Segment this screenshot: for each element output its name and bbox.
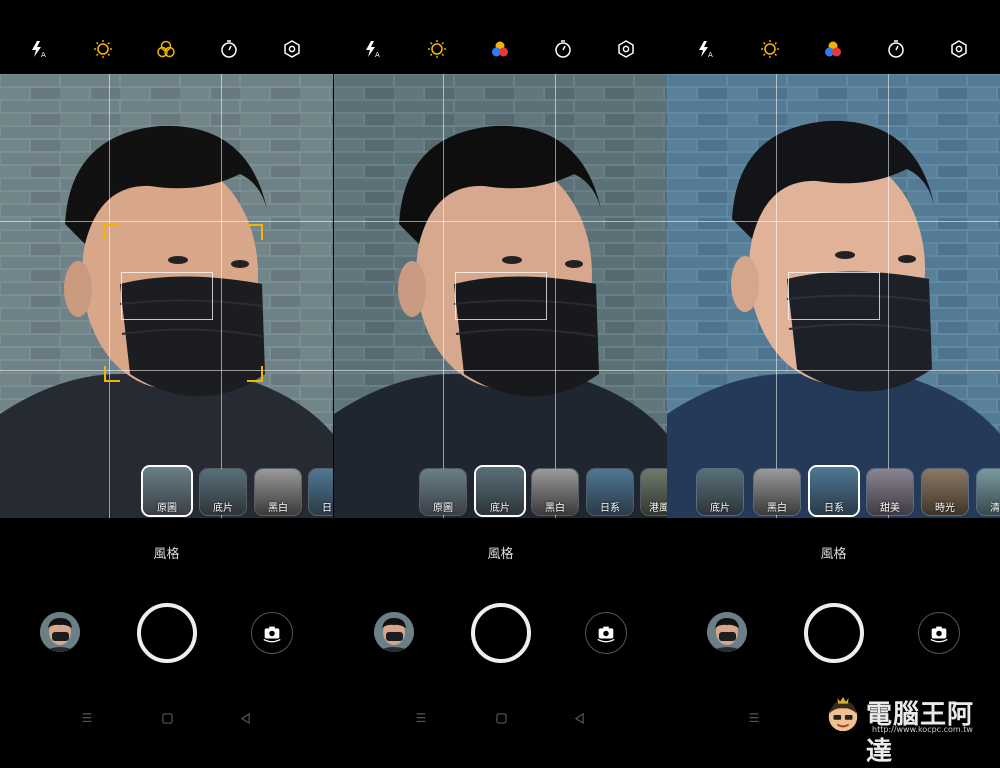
filter-thumb-original[interactable]: 原圖	[141, 465, 193, 517]
color-filter-icon[interactable]	[489, 38, 511, 60]
settings-icon[interactable]	[281, 38, 303, 60]
camera-panel-3: A 底片 黑白 日系 甜美 時光 清 風格 ☰	[667, 0, 1000, 740]
filter-label: 原圖	[157, 503, 177, 514]
brightness-icon[interactable]	[426, 38, 448, 60]
timer-icon[interactable]	[885, 38, 907, 60]
filter-thumb-hk[interactable]: 港風圖	[640, 468, 667, 516]
camera-viewfinder[interactable]: 底片 黑白 日系 甜美 時光 清新	[667, 74, 1000, 518]
filter-label: 清新	[990, 503, 1000, 514]
focus-box	[121, 272, 213, 320]
settings-icon[interactable]	[948, 38, 970, 60]
filter-label: 日系	[600, 503, 620, 514]
flash-auto-icon[interactable]: A	[362, 38, 384, 60]
filter-label: 甜美	[880, 503, 900, 514]
mode-label[interactable]: 風格	[667, 543, 1000, 562]
filter-thumb-time[interactable]: 時光	[921, 468, 969, 516]
face-detect-bracket	[247, 224, 263, 240]
filter-label: 底片	[490, 503, 510, 514]
face-detect-bracket	[104, 224, 120, 240]
shutter-button[interactable]	[137, 603, 197, 663]
brightness-icon[interactable]	[759, 38, 781, 60]
flash-auto-icon[interactable]: A	[28, 38, 50, 60]
home-nav-icon[interactable]	[494, 711, 508, 725]
filter-strip: 原圖 底片 黑白 日系	[0, 465, 333, 518]
filter-thumb-film[interactable]: 底片	[474, 465, 526, 517]
top-toolbar: A	[667, 0, 1000, 74]
watermark-logo: 電腦王阿達 http://www.kocpc.com.tw	[824, 692, 994, 767]
camera-panel-1: A 原圖 底片 黑白 日 風格 ☰	[0, 0, 333, 740]
mode-label[interactable]: 風格	[334, 543, 667, 562]
filter-thumb-original[interactable]: 原圖	[419, 468, 467, 516]
filter-thumb-bw[interactable]: 黑白	[531, 468, 579, 516]
flash-auto-icon[interactable]: A	[695, 38, 717, 60]
filter-thumb-sweet[interactable]: 甜美	[866, 468, 914, 516]
switch-camera-icon[interactable]	[251, 612, 293, 654]
shutter-button[interactable]	[804, 603, 864, 663]
gallery-thumbnail[interactable]	[40, 612, 80, 652]
gallery-thumbnail[interactable]	[707, 612, 747, 652]
color-filter-icon[interactable]	[155, 38, 177, 60]
brightness-icon[interactable]	[92, 38, 114, 60]
face-detect-bracket	[104, 366, 120, 382]
top-toolbar: A	[0, 0, 333, 74]
filter-label: 港風圖	[649, 503, 667, 514]
filter-thumb-fresh[interactable]: 清新	[976, 468, 1000, 516]
filter-thumb-film[interactable]: 底片	[199, 468, 247, 516]
back-nav-icon[interactable]	[238, 711, 252, 725]
filter-label: 日系	[322, 503, 333, 514]
top-toolbar: A	[334, 0, 667, 74]
filter-label: 黑白	[268, 503, 288, 514]
mode-label[interactable]: 風格	[0, 543, 333, 562]
filter-thumb-japanese[interactable]: 日系	[808, 465, 860, 517]
camera-viewfinder[interactable]: 原圖 底片 黑白 日系 港風圖	[334, 74, 667, 518]
filter-label: 底片	[213, 503, 233, 514]
timer-icon[interactable]	[552, 38, 574, 60]
filter-thumb-film[interactable]: 底片	[696, 468, 744, 516]
filter-label: 黑白	[767, 503, 787, 514]
back-nav-icon[interactable]	[572, 711, 586, 725]
switch-camera-icon[interactable]	[585, 612, 627, 654]
filter-label: 黑白	[545, 503, 565, 514]
menu-nav-icon[interactable]: ☰	[414, 711, 428, 725]
filter-label: 日系	[824, 503, 844, 514]
camera-viewfinder[interactable]: 原圖 底片 黑白 日系	[0, 74, 333, 518]
timer-icon[interactable]	[218, 38, 240, 60]
focus-box	[455, 272, 547, 320]
svg-text:A: A	[708, 51, 713, 59]
svg-text:A: A	[375, 51, 380, 59]
filter-thumb-japanese[interactable]: 日系	[308, 468, 333, 516]
settings-icon[interactable]	[615, 38, 637, 60]
menu-nav-icon[interactable]: ☰	[80, 711, 94, 725]
color-filter-icon[interactable]	[822, 38, 844, 60]
filter-label: 原圖	[433, 503, 453, 514]
filter-strip: 底片 黑白 日系 甜美 時光 清新	[667, 465, 1000, 518]
watermark-url: http://www.kocpc.com.tw	[872, 725, 973, 734]
filter-label: 底片	[710, 503, 730, 514]
filter-thumb-bw[interactable]: 黑白	[753, 468, 801, 516]
filter-strip: 原圖 底片 黑白 日系 港風圖	[334, 465, 667, 518]
gallery-thumbnail[interactable]	[374, 612, 414, 652]
filter-thumb-japanese[interactable]: 日系	[586, 468, 634, 516]
shutter-button[interactable]	[471, 603, 531, 663]
filter-label: 時光	[935, 503, 955, 514]
camera-panel-2: A 原圖 底片 黑白 日系 港 風格 ☰	[334, 0, 667, 740]
filter-thumb-bw[interactable]: 黑白	[254, 468, 302, 516]
home-nav-icon[interactable]	[160, 711, 174, 725]
face-detect-bracket	[247, 366, 263, 382]
svg-text:A: A	[41, 51, 46, 59]
mascot-icon	[828, 696, 858, 732]
switch-camera-icon[interactable]	[918, 612, 960, 654]
menu-nav-icon[interactable]: ☰	[747, 711, 761, 725]
focus-box	[788, 272, 880, 320]
